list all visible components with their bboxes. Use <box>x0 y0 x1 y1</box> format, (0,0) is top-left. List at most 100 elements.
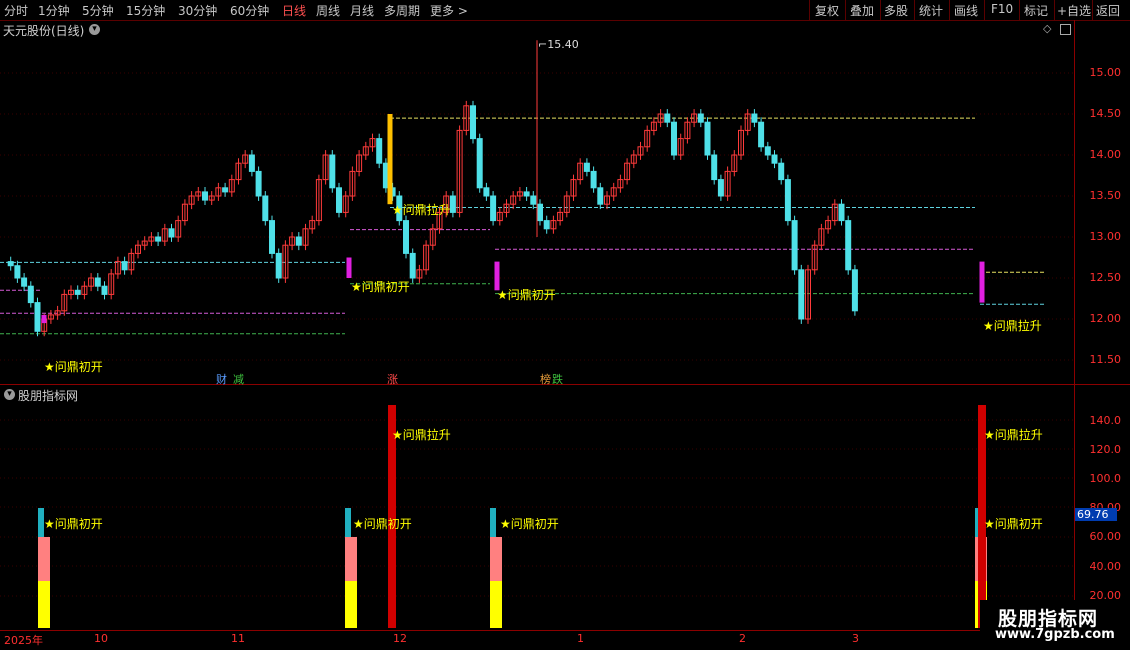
candle-body <box>530 195 537 205</box>
indicator-bar <box>345 508 351 537</box>
candle-body <box>376 138 383 164</box>
indicator-bar <box>38 537 50 581</box>
indicator-settings-icon[interactable]: ▾ <box>4 389 15 400</box>
chart-canvas <box>0 40 1074 628</box>
candle-body <box>523 191 530 197</box>
indicator-signal-label: ★问鼎初开 <box>353 517 412 531</box>
indicator-bar <box>490 581 502 628</box>
candle-body <box>269 220 275 254</box>
candle-body <box>764 146 771 156</box>
indicator-signal-label: ★问鼎拉升 <box>984 428 1043 442</box>
candle-body <box>34 302 41 332</box>
candle-body <box>101 285 108 295</box>
indicator-signal-label: ★问鼎初开 <box>984 517 1043 531</box>
indicator-title: 股朋指标网 <box>18 389 79 403</box>
indicator-signal-label: ★问鼎初开 <box>44 517 103 531</box>
candle-body <box>329 154 336 189</box>
candle-body <box>751 113 758 123</box>
candle-body <box>27 285 34 304</box>
candle-body <box>7 261 14 267</box>
indicator-bar <box>345 537 357 581</box>
signal-candle <box>387 114 393 205</box>
indicator-tick: 60.00 <box>1089 530 1122 543</box>
candle-body <box>758 121 765 148</box>
candle-body <box>255 170 262 197</box>
date-tick: 12 <box>393 632 407 645</box>
event-chip-reduce[interactable]: 减 <box>232 371 245 387</box>
event-chip-limit-down[interactable]: 跌 <box>551 371 564 387</box>
signal-label: ★问鼎初开 <box>44 360 103 374</box>
candle-body <box>483 187 490 197</box>
candle-body <box>295 236 302 246</box>
date-tick: 10 <box>94 632 108 645</box>
candle-body <box>664 113 671 123</box>
candle-body <box>590 170 597 189</box>
indicator-bar <box>490 508 496 537</box>
candle-body <box>470 105 476 140</box>
candle-body <box>74 289 81 295</box>
candle-body <box>449 195 456 213</box>
candle-body <box>543 220 550 230</box>
date-tick: 3 <box>852 632 859 645</box>
candle-body <box>248 154 255 172</box>
indicator-signal-label: ★问鼎拉升 <box>392 428 451 442</box>
indicator-bar <box>38 581 50 628</box>
high-arrow-icon: ⌐ <box>538 38 548 51</box>
candle-body <box>838 203 845 222</box>
candle-body <box>14 265 21 279</box>
candle-body <box>275 252 282 279</box>
candle-body <box>704 121 711 156</box>
indicator-signal-label: ★问鼎初开 <box>500 517 559 531</box>
date-tick: 1 <box>577 632 584 645</box>
candle-body <box>94 277 101 287</box>
candle-body <box>537 203 543 222</box>
candle-body <box>21 277 28 287</box>
candle-body <box>121 261 128 271</box>
indicator-tick: 40.00 <box>1089 560 1122 573</box>
candle-body <box>771 154 778 164</box>
candle-body <box>717 179 724 197</box>
indicator-bar <box>490 537 502 581</box>
candle-body <box>202 191 208 201</box>
indicator-tick: 140.0 <box>1089 414 1122 427</box>
candle-body <box>583 162 590 172</box>
candle-body <box>798 269 805 320</box>
candle-body <box>155 236 162 242</box>
candle-body <box>697 113 704 123</box>
candle-body <box>336 187 342 213</box>
date-tick: 2 <box>739 632 746 645</box>
signal-candle <box>346 257 352 278</box>
indicator-bar <box>345 581 357 628</box>
candle-body <box>403 220 409 254</box>
signal-label: ★问鼎初开 <box>351 280 410 294</box>
candle-body <box>490 195 497 222</box>
signal-candle <box>41 314 47 324</box>
candle-body <box>222 187 229 193</box>
candle-body <box>784 179 791 222</box>
indicator-tick: 120.0 <box>1089 443 1122 456</box>
candle-body <box>711 154 718 181</box>
candle-body <box>476 138 483 189</box>
candle-body <box>671 121 677 156</box>
signal-label: ★问鼎拉升 <box>392 203 451 217</box>
signal-candle <box>979 261 985 303</box>
date-tick: 11 <box>231 632 245 645</box>
indicator-tick: 100.0 <box>1089 472 1122 485</box>
watermark-url: www.7gpzb.com <box>995 627 1115 642</box>
candle-body <box>597 187 604 205</box>
signal-label: ★问鼎初开 <box>497 288 556 302</box>
candle-body <box>851 269 858 312</box>
candle-body <box>168 228 175 238</box>
watermark: 股朋指标网 www.7gpzb.com <box>980 600 1130 650</box>
date-tick: 2025年 <box>4 634 43 647</box>
high-price-marker: ⌐15.40 <box>538 38 579 51</box>
candle-body <box>778 162 785 181</box>
event-chip-finance[interactable]: 财 <box>215 371 228 387</box>
candle-body <box>791 220 798 271</box>
signal-label: ★问鼎拉升 <box>983 319 1042 333</box>
candle-body <box>262 195 269 222</box>
current-value-tag: 69.76 <box>1075 508 1117 521</box>
event-chip-limit-up[interactable]: 涨 <box>386 371 399 387</box>
candle-body <box>409 252 416 279</box>
candle-body <box>845 220 852 271</box>
